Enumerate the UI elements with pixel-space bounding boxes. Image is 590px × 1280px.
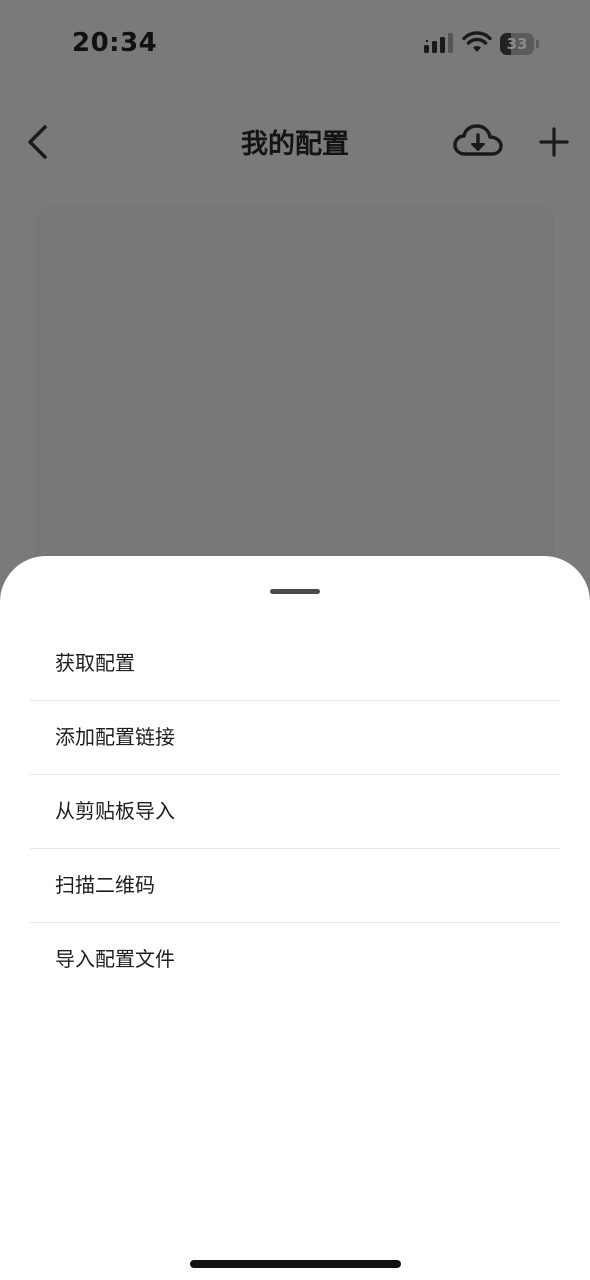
signal-icon [424, 33, 453, 53]
battery-cap [536, 40, 539, 48]
menu-item-import-clipboard[interactable]: 从剪贴板导入 [30, 775, 560, 849]
wifi-icon [462, 31, 492, 52]
add-button[interactable] [534, 120, 574, 164]
cloud-download-button[interactable] [452, 120, 504, 164]
home-indicator [190, 1260, 401, 1268]
menu-list: 获取配置 添加配置链接 从剪贴板导入 扫描二维码 导入配置文件 [30, 627, 560, 996]
sheet-handle[interactable] [270, 589, 320, 594]
plus-icon [539, 127, 569, 157]
bottom-sheet: 获取配置 添加配置链接 从剪贴板导入 扫描二维码 导入配置文件 [0, 556, 590, 1280]
cloud-download-icon [453, 124, 503, 156]
status-bar: 20:34 33 [0, 0, 590, 88]
menu-item-scan-qr-code[interactable]: 扫描二维码 [30, 849, 560, 923]
menu-item-import-config-file[interactable]: 导入配置文件 [30, 923, 560, 996]
battery-body: 33 [500, 33, 534, 55]
menu-item-get-config[interactable]: 获取配置 [30, 627, 560, 701]
battery-level: 33 [506, 35, 528, 53]
battery-icon: 33 [500, 33, 540, 55]
menu-item-add-config-link[interactable]: 添加配置链接 [30, 701, 560, 775]
nav-bar: 我的配置 [0, 100, 590, 184]
screen: 20:34 33 我的配置 获取配置 添加配置链接 从剪贴板导入 扫描二维码 导… [0, 0, 590, 1280]
status-time: 20:34 [72, 28, 158, 58]
